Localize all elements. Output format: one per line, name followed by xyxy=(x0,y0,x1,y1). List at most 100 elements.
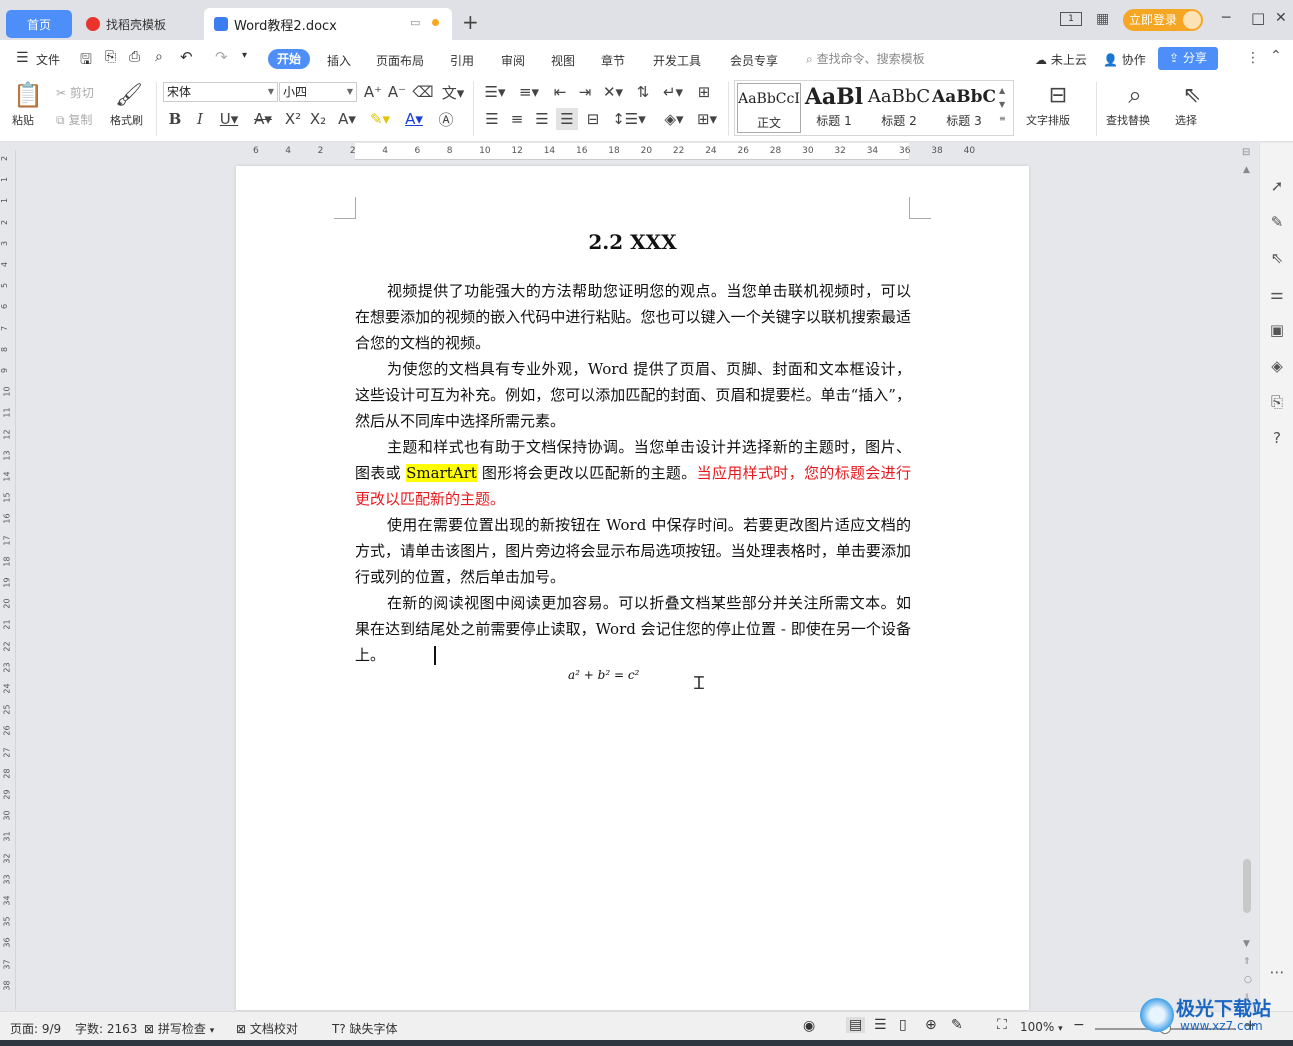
section-heading[interactable]: 2.2 XXX xyxy=(236,230,1029,254)
copy-button[interactable]: ⧉ 复制 xyxy=(56,111,92,128)
tab-home[interactable]: 首页 xyxy=(6,10,72,38)
paragraph-2[interactable]: 为使您的文档具有专业外观，Word 提供了页眉、页脚、封面和文本框设计，这些设计… xyxy=(355,356,911,434)
pen-icon[interactable]: ✎ xyxy=(1268,213,1286,231)
collab-button[interactable]: 👤 协作 xyxy=(1103,51,1146,68)
book-search-icon[interactable]: ⎘ xyxy=(1268,393,1286,411)
scroll-up-icon[interactable]: ▲ xyxy=(1243,165,1250,175)
tab-page-layout[interactable]: 页面布局 xyxy=(376,52,424,69)
paragraph-3[interactable]: 主题和样式也有助于文档保持协调。当您单击设计并选择新的主题时，图片、图表或 Sm… xyxy=(355,434,911,512)
cloud-status[interactable]: ☁ 未上云 xyxy=(1035,51,1087,68)
equation[interactable]: a² + b² = c² xyxy=(568,668,639,682)
align-center-icon[interactable]: ≡ xyxy=(507,108,527,130)
cursor-select-icon[interactable]: ⇖ xyxy=(1180,80,1204,110)
tab-member[interactable]: 会员专享 xyxy=(730,52,778,69)
word-count[interactable]: 字数: 2163 xyxy=(75,1020,137,1037)
style-heading3[interactable]: AaBbC 标题 3 xyxy=(932,82,996,134)
sort-icon[interactable]: ⇅ xyxy=(633,82,653,102)
tab-insert[interactable]: 插入 xyxy=(327,52,351,69)
font-color-button[interactable]: A▾ xyxy=(400,108,428,130)
align-right-icon[interactable]: ☰ xyxy=(532,108,552,130)
document-page[interactable]: 2.2 XXX 视频提供了功能强大的方法帮助您证明您的观点。当您单击联机视频时，… xyxy=(236,166,1029,1010)
style-normal[interactable]: AaBbCcI 正文 xyxy=(737,83,801,133)
close-button[interactable]: ✕ xyxy=(1275,10,1287,26)
print-preview-icon[interactable]: ⌕ xyxy=(155,49,163,65)
scrollbar-thumb[interactable] xyxy=(1243,859,1251,913)
export-pdf-icon[interactable]: ⎘ xyxy=(105,49,116,65)
tab-developer[interactable]: 开发工具 xyxy=(653,52,701,69)
format-painter-label[interactable]: 格式刷 xyxy=(110,112,143,128)
apps-grid-icon[interactable]: ▦ xyxy=(1096,11,1109,27)
save-icon[interactable]: 🖫 xyxy=(80,49,92,73)
char-border-icon[interactable]: Ⓐ xyxy=(436,108,456,130)
tab-start[interactable]: 开始 xyxy=(268,49,310,69)
page-count[interactable]: 页面: 9/9 xyxy=(10,1020,61,1037)
justify-icon[interactable]: ☰ xyxy=(556,108,578,130)
select-label[interactable]: 选择 xyxy=(1175,112,1197,128)
bold-button[interactable]: B xyxy=(166,108,184,130)
paragraph-4[interactable]: 使用在需要位置出现的新按钮在 Word 中保存时间。若要更改图片适应文档的方式，… xyxy=(355,512,911,590)
layout-icon[interactable]: 1 xyxy=(1060,12,1082,26)
scroll-down-icon[interactable]: ▼ xyxy=(1243,939,1250,949)
decrease-indent-icon[interactable]: ⇤ xyxy=(550,82,570,102)
text-layout-label[interactable]: 文字排版 xyxy=(1026,112,1070,128)
prev-page-icon[interactable]: ⇑ xyxy=(1243,957,1251,967)
align-left-icon[interactable]: ☰ xyxy=(482,108,502,130)
show-marks-icon[interactable]: ↵▾ xyxy=(660,82,686,102)
font-size-select[interactable]: 小四 ▼ xyxy=(279,82,357,102)
read-view-icon[interactable]: ▯ xyxy=(899,1017,907,1033)
tab-document[interactable]: Word教程2.docx ▭ xyxy=(204,8,452,40)
numbered-list-icon[interactable]: ≡▾ xyxy=(516,82,542,102)
strikethrough-button[interactable]: A▾ xyxy=(250,108,276,130)
file-menu[interactable]: 文件 xyxy=(36,51,60,68)
paragraph-5[interactable]: 在新的阅读视图中阅读更加容易。可以折叠文档某些部分并关注所需文本。如果在达到结尾… xyxy=(355,590,911,668)
rocket-icon[interactable]: ➚ xyxy=(1268,177,1286,195)
share-button[interactable]: ⇪ 分享 xyxy=(1158,47,1218,70)
underline-button[interactable]: U▾ xyxy=(216,108,242,130)
font-name-select[interactable]: 宋体 ▼ xyxy=(163,82,278,102)
command-search[interactable]: ⌕ 查找命令、搜索模板 xyxy=(806,50,925,67)
sliders-icon[interactable]: ⚌ xyxy=(1268,285,1286,303)
missing-font[interactable]: T? 缺失字体 xyxy=(332,1020,398,1037)
grow-font-icon[interactable]: A⁺ xyxy=(364,82,382,102)
cut-button[interactable]: ✂ 剪切 xyxy=(56,84,94,101)
shading-icon[interactable]: ◈▾ xyxy=(660,108,688,130)
distribute-icon[interactable]: ⊟ xyxy=(583,108,603,130)
redo-icon[interactable]: ↷ xyxy=(215,48,228,66)
spell-check[interactable]: ⊠ 拼写检查 ▾ xyxy=(144,1020,214,1037)
print-icon[interactable]: ⎙ xyxy=(129,49,140,65)
pointer-icon[interactable]: ⇖ xyxy=(1268,249,1286,267)
login-button[interactable]: 立即登录 xyxy=(1123,9,1203,31)
doc-proof[interactable]: ⊠ 文档校对 xyxy=(236,1020,298,1037)
hamburger-icon[interactable]: ☰ xyxy=(16,50,29,66)
web-view-icon[interactable]: ⊕ xyxy=(925,1017,937,1033)
more-icon[interactable]: ⋮ xyxy=(1246,50,1260,66)
chinese-layout-icon[interactable]: ✕▾ xyxy=(600,82,626,102)
eye-protection-icon[interactable]: ◉ xyxy=(803,1018,815,1034)
paste-icon[interactable]: 📋 xyxy=(13,80,43,110)
undo-icon[interactable]: ↶ xyxy=(180,48,193,66)
compass-icon[interactable]: ◈ xyxy=(1268,357,1286,375)
zoom-out-button[interactable]: − xyxy=(1073,1017,1085,1033)
image-tool-icon[interactable]: ▣ xyxy=(1268,321,1286,339)
clear-format-icon[interactable]: ⌫ xyxy=(412,82,433,102)
new-tab-button[interactable]: + xyxy=(462,10,479,34)
highlight-color-button[interactable]: ✎▾ xyxy=(366,108,394,130)
split-view-icon[interactable]: ⊟ xyxy=(1242,147,1250,158)
outline-view-icon[interactable]: ☰ xyxy=(874,1017,887,1033)
quick-access-dropdown-icon[interactable]: ▾ xyxy=(242,50,247,61)
write-view-icon[interactable]: ✎ xyxy=(951,1017,963,1033)
shrink-font-icon[interactable]: A⁻ xyxy=(388,82,406,102)
paragraph-1[interactable]: 视频提供了功能强大的方法帮助您证明您的观点。当您单击联机视频时，可以在想要添加的… xyxy=(355,278,911,356)
find-replace-label[interactable]: 查找替换 xyxy=(1106,112,1150,128)
tab-template[interactable]: 找稻壳模板 xyxy=(78,8,198,40)
collapse-ribbon-icon[interactable]: ⌃ xyxy=(1270,48,1282,64)
subscript-button[interactable]: X₂ xyxy=(307,108,329,130)
line-spacing-icon[interactable]: ↕☰▾ xyxy=(612,108,646,130)
superscript-button[interactable]: X² xyxy=(282,108,304,130)
italic-button[interactable]: I xyxy=(191,108,209,130)
ruler-text-area[interactable] xyxy=(355,143,909,160)
style-heading1[interactable]: AaBl 标题 1 xyxy=(802,82,866,134)
phonetic-icon[interactable]: 文▾ xyxy=(440,82,466,102)
tab-chapter[interactable]: 章节 xyxy=(601,52,625,69)
more-dots-icon[interactable]: ⋯ xyxy=(1268,963,1286,981)
